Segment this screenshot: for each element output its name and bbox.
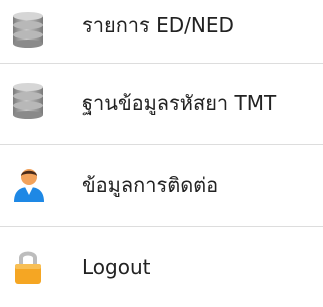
- user-icon: [10, 164, 50, 204]
- menu-item-label: Logout: [82, 255, 151, 279]
- menu-item-label: ฐานข้อมูลรหัสยา TMT: [82, 91, 277, 115]
- menu-item-contact-info[interactable]: ข้อมูลการติดต่อ: [0, 145, 323, 225]
- menu-item-ed-ned-list[interactable]: รายการ ED/NED: [0, 0, 323, 63]
- menu-item-label: รายการ ED/NED: [82, 13, 234, 37]
- menu-item-tmt-drug-database[interactable]: ฐานข้อมูลรหัสยา TMT: [0, 63, 323, 143]
- database-icon: [10, 10, 50, 50]
- menu-item-logout[interactable]: Logout: [0, 227, 323, 307]
- lock-icon: [10, 246, 50, 286]
- database-icon: [10, 81, 50, 121]
- side-menu: รายการ ED/NED ฐานข้อมูลรหัสยา TMT ข้อมูล…: [0, 0, 323, 289]
- menu-item-label: ข้อมูลการติดต่อ: [82, 173, 219, 197]
